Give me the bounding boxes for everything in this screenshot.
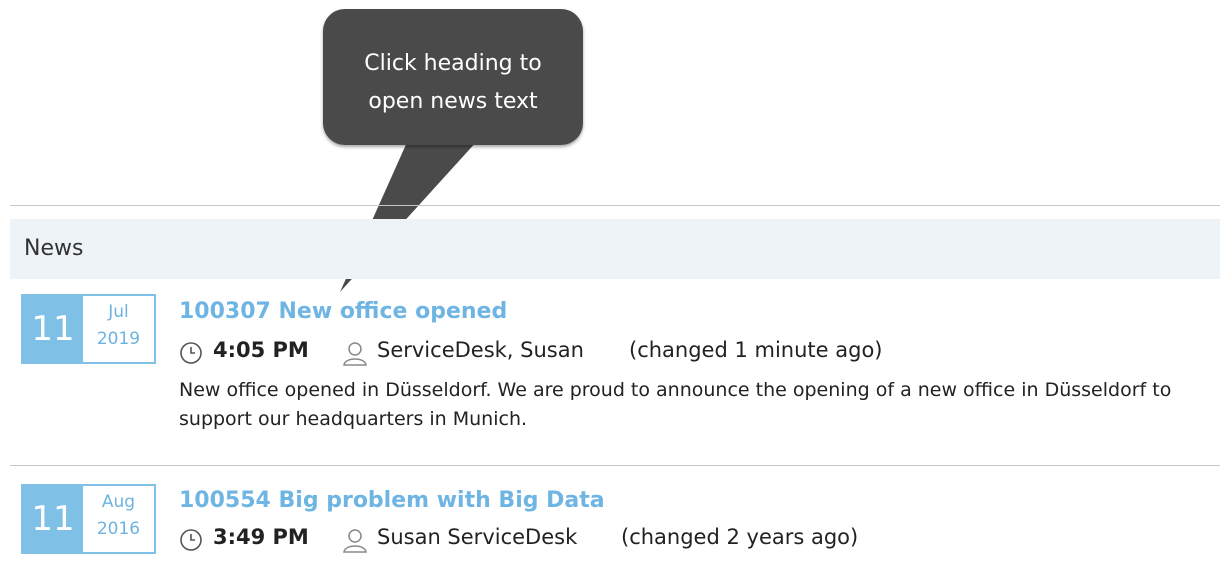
date-month: Aug <box>101 492 136 512</box>
date-day: 11 <box>23 486 83 552</box>
date-badge: 11 Aug 2016 <box>21 484 156 554</box>
date-year: 2019 <box>96 329 141 349</box>
news-meta: 3:49 PM Susan ServiceDesk (changed 2 yea… <box>179 525 1179 555</box>
news-changed: (changed 1 minute ago) <box>629 338 883 362</box>
section-title: News <box>24 236 84 261</box>
news-headline-link[interactable]: 100554 Big problem with Big Data <box>179 488 605 513</box>
news-meta: 4:05 PM ServiceDesk, Susan (changed 1 mi… <box>179 338 1179 368</box>
news-time: 3:49 PM <box>213 525 309 549</box>
news-changed: (changed 2 years ago) <box>621 525 859 549</box>
user-icon <box>342 527 368 553</box>
date-month: Jul <box>108 302 129 322</box>
tooltip-text: Click heading to open news text <box>364 51 542 114</box>
date-badge: 11 Jul 2019 <box>21 294 156 364</box>
date-day: 11 <box>23 296 83 362</box>
date-year: 2016 <box>96 519 141 539</box>
news-divider <box>10 465 1220 466</box>
news-author: ServiceDesk, Susan <box>377 338 584 362</box>
news-section-header: News <box>10 219 1220 279</box>
news-author: Susan ServiceDesk <box>377 525 578 549</box>
clock-icon <box>179 341 203 365</box>
news-body: New office opened in Düsseldorf. We are … <box>179 379 1172 430</box>
news-time: 4:05 PM <box>213 338 309 362</box>
help-tooltip: Click heading to open news text <box>323 9 583 145</box>
user-icon <box>342 340 368 366</box>
top-divider <box>10 205 1220 206</box>
clock-icon <box>179 528 203 552</box>
news-headline-link[interactable]: 100307 New office opened <box>179 299 507 324</box>
